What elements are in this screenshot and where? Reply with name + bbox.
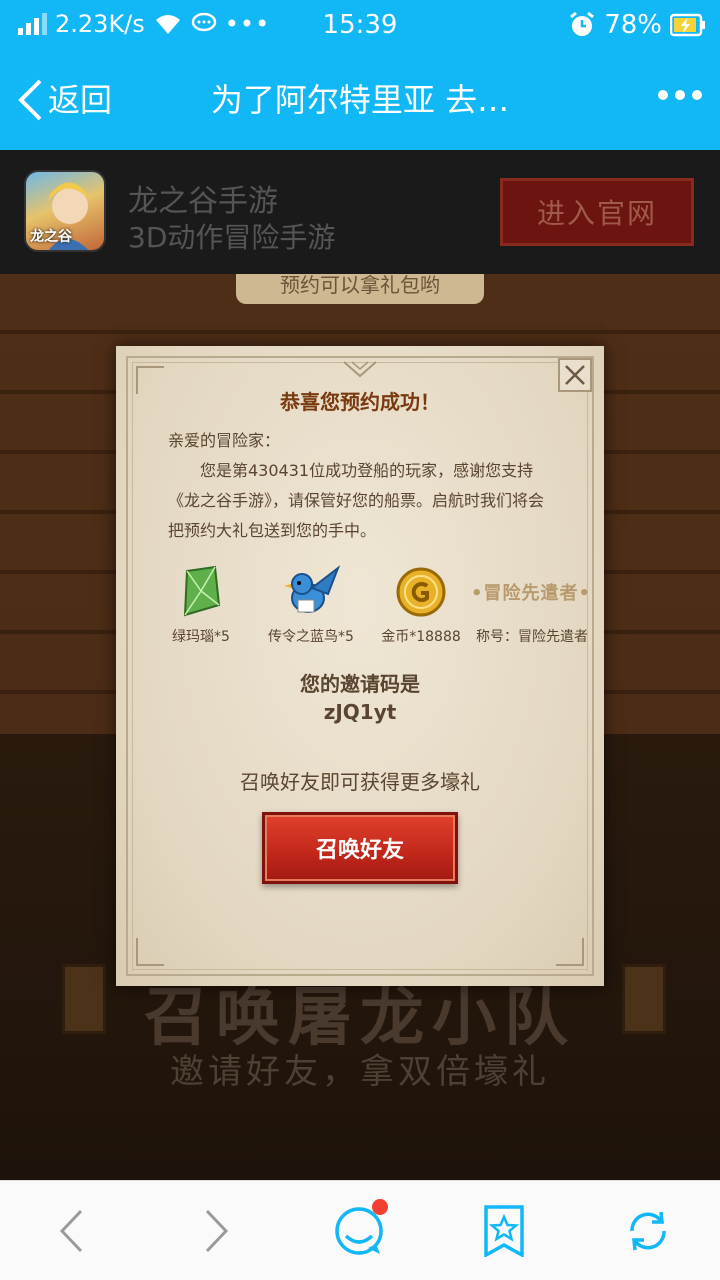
invite-code-heading: 您的邀请码是 <box>300 672 420 696</box>
corner-ornament <box>556 938 584 966</box>
chat-icon[interactable] <box>330 1199 390 1259</box>
bottom-toolbar <box>0 1180 720 1280</box>
app-icon-logo: 龙之谷 <box>30 229 72 245</box>
greeting: 亲爱的冒险家： <box>168 431 281 450</box>
dialog-title: 恭喜您预约成功！ <box>280 390 440 414</box>
title-badge: •冒险先遣者• <box>471 583 592 604</box>
alarm-icon <box>570 11 595 36</box>
reward-list: 绿玛瑙*5 传令之蓝鸟*5 金币*18888 •冒险先遣者• 称号：冒险先遣者 <box>146 564 590 646</box>
green-gem-icon <box>183 565 221 617</box>
more-menu-button[interactable] <box>658 90 702 100</box>
chevron-left-icon <box>18 79 42 121</box>
gold-coin-icon <box>396 567 446 617</box>
page-title: 为了阿尔特里亚 去… <box>210 81 510 119</box>
reward-label: 称号：冒险先遣者 <box>476 629 588 645</box>
summon-friends-button[interactable]: 召唤好友 <box>262 812 458 884</box>
app-icon[interactable]: 龙之谷 <box>24 170 106 252</box>
reward-item: 金币*18888 <box>366 564 476 646</box>
invite-code: zJQ1yt <box>323 700 397 724</box>
back-button[interactable]: 返回 <box>16 78 112 122</box>
more-dot <box>692 90 702 100</box>
reward-item: •冒险先遣者• 称号：冒险先遣者 <box>471 564 590 646</box>
status-right: 78% <box>568 10 706 40</box>
bookmark-star-icon[interactable] <box>474 1203 534 1259</box>
back-label: 返回 <box>48 81 113 119</box>
battery-charging-icon <box>670 13 705 37</box>
reward-item: 传令之蓝鸟*5 <box>256 564 366 646</box>
enter-official-site-button[interactable]: 进入官网 <box>500 178 694 246</box>
app-name: 龙之谷手游 <box>128 184 278 219</box>
dialog-message: 亲爱的冒险家： 您是第430431位成功登船的玩家，感谢您支持《龙之谷手游》，请… <box>168 426 556 546</box>
app-subtitle: 3D动作冒险手游 <box>128 221 336 254</box>
message-text: 您是第430431位成功登船的玩家，感谢您支持《龙之谷手游》，请保管好您的船票。… <box>168 461 545 540</box>
refresh-icon[interactable] <box>618 1203 678 1259</box>
more-dot <box>658 90 668 100</box>
status-bar: 2.23K/s ••• 15:39 78% <box>0 0 720 50</box>
reward-item: 绿玛瑙*5 <box>146 564 256 646</box>
nav-bar: 返回 为了阿尔特里亚 去… <box>0 50 720 150</box>
invite-tip: 召唤好友即可获得更多壕礼 <box>240 770 480 794</box>
app-banner: 龙之谷 龙之谷手游 3D动作冒险手游 进入官网 <box>0 150 720 274</box>
forward-arrow-icon[interactable] <box>186 1203 246 1259</box>
top-ornament <box>343 361 377 378</box>
reward-label: 传令之蓝鸟*5 <box>268 629 354 645</box>
more-dot <box>675 90 685 100</box>
corner-ornament <box>136 938 164 966</box>
blue-bird-icon <box>284 565 340 613</box>
reward-label: 绿玛瑙*5 <box>172 629 230 645</box>
background-subheading: 邀请好友，拿双倍壕礼 <box>170 1052 550 1092</box>
speech-bubble: 预约可以拿礼包哟 <box>236 274 484 304</box>
notification-badge <box>372 1199 388 1215</box>
battery-level: 78% <box>604 10 662 40</box>
back-arrow-icon[interactable] <box>42 1203 102 1259</box>
reservation-success-dialog: 恭喜您预约成功！ 亲爱的冒险家： 您是第430431位成功登船的玩家，感谢您支持… <box>116 346 604 986</box>
reward-label: 金币*18888 <box>381 629 461 645</box>
